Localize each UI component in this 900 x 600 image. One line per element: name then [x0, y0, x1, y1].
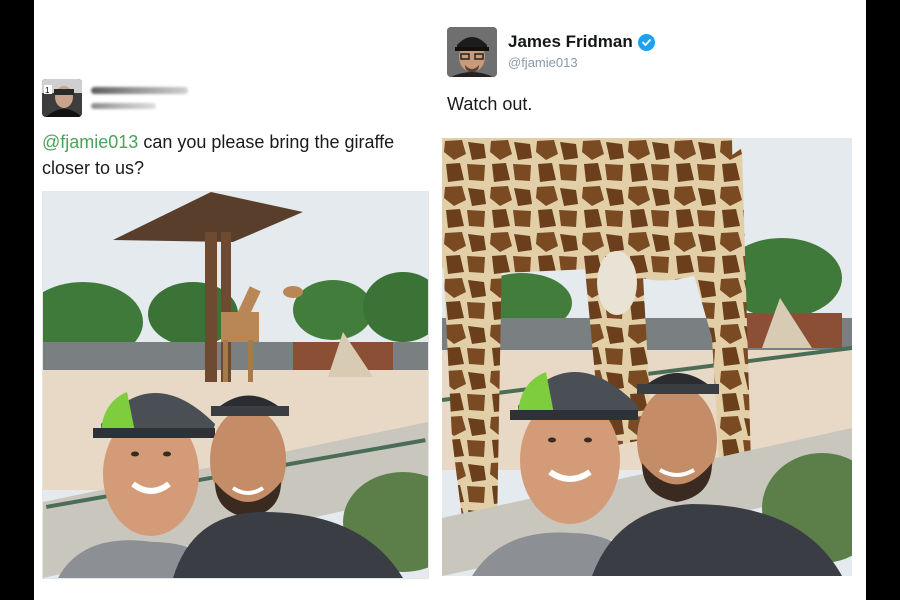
- author-row: James Fridman: [508, 32, 655, 52]
- right-user-avatar[interactable]: [447, 27, 497, 77]
- selfie-with-giraffe-closeup-image: [442, 138, 852, 576]
- verified-badge-icon: [637, 33, 655, 51]
- meme-canvas: 1 @fjamie013 can you please bring the gi…: [34, 0, 866, 600]
- selfie-with-distant-giraffe-image: [43, 192, 428, 578]
- svg-text:1: 1: [45, 86, 50, 95]
- left-tweet-text: @fjamie013 can you please bring the gira…: [42, 129, 442, 181]
- left-tweet-photo[interactable]: [42, 191, 429, 579]
- user-avatar-icon: 1: [42, 79, 82, 117]
- obscured-username: [91, 103, 156, 109]
- author-handle[interactable]: @fjamie013: [508, 55, 578, 70]
- user-avatar-icon: [447, 27, 497, 77]
- left-user-avatar[interactable]: 1: [42, 79, 82, 117]
- mention-link[interactable]: @fjamie013: [42, 132, 138, 152]
- author-name[interactable]: James Fridman: [508, 32, 633, 52]
- obscured-display-name: [91, 87, 188, 94]
- right-tweet-text: Watch out.: [447, 94, 533, 114]
- right-tweet-photo[interactable]: [442, 138, 852, 576]
